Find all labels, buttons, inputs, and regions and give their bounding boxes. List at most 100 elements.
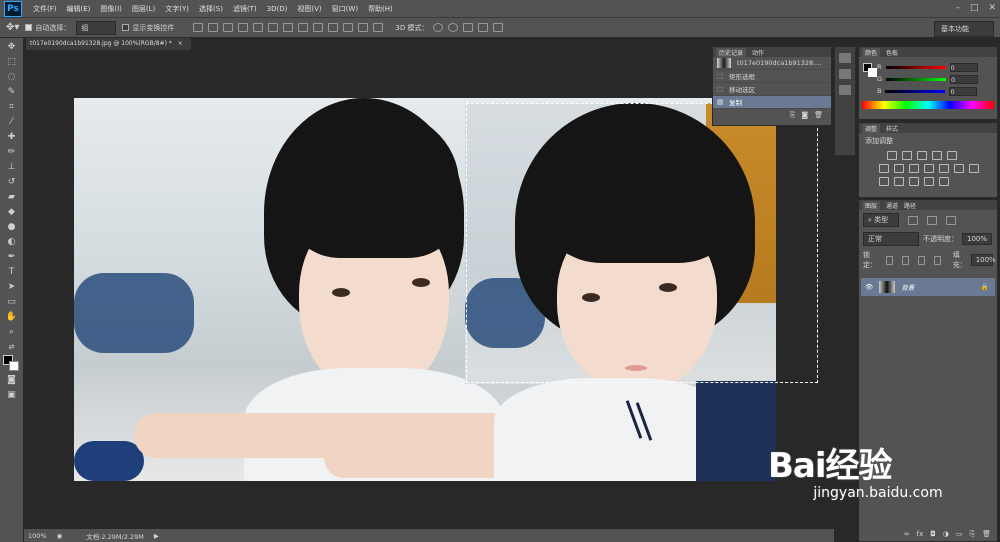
3d-scale-icon[interactable] (493, 23, 504, 32)
align-vcenter-icon[interactable] (208, 23, 219, 32)
tab-channels[interactable]: 通道 (886, 201, 898, 210)
maximize-icon[interactable]: □ (970, 3, 979, 13)
green-value[interactable]: 0 (950, 74, 979, 84)
move-tool-icon[interactable]: ✥ (5, 41, 19, 53)
black-white-icon[interactable] (909, 164, 919, 173)
screen-mode-icon[interactable]: ▣ (5, 389, 19, 401)
channel-mixer-icon[interactable] (939, 164, 949, 173)
new-document-from-state-icon[interactable]: ⎘ (790, 111, 796, 120)
grid-adjust-icon[interactable] (969, 164, 979, 173)
color-swatches[interactable] (2, 355, 21, 371)
threshold-icon[interactable] (909, 177, 919, 186)
color-spectrum[interactable] (862, 101, 994, 109)
curves-icon[interactable] (917, 151, 927, 160)
camera-snapshot-icon[interactable]: ◙ (801, 111, 808, 120)
properties-dock-icon[interactable] (839, 85, 851, 95)
lock-position-icon[interactable] (917, 255, 925, 265)
history-brush-tool-icon[interactable]: ↺ (5, 176, 19, 188)
3d-roll-icon[interactable] (448, 23, 459, 32)
menu-help[interactable]: 帮助(H) (363, 4, 398, 14)
green-slider[interactable] (886, 77, 947, 81)
fill-input[interactable]: 100% (970, 254, 996, 266)
add-mask-icon[interactable]: ◘ (930, 530, 936, 539)
status-info-icon[interactable]: ◉ (57, 532, 63, 540)
menu-view[interactable]: 视图(V) (292, 4, 326, 14)
blend-mode-select[interactable]: 正常 (863, 232, 919, 246)
dodge-tool-icon[interactable]: ◐ (5, 236, 19, 248)
workspace-selector[interactable]: 基本功能 (934, 21, 994, 37)
zoom-level[interactable]: 100% (28, 532, 47, 540)
fg-bg-swatches[interactable] (863, 63, 877, 77)
lock-pixels-icon[interactable] (901, 255, 909, 265)
eraser-tool-icon[interactable]: ▰ (5, 191, 19, 203)
menu-image[interactable]: 图像(I) (95, 4, 127, 14)
background-swatch[interactable] (868, 68, 877, 77)
quick-mask-icon[interactable]: ◙ (5, 374, 19, 386)
layer-row-background[interactable]: 👁 背景 🔒 (861, 278, 995, 296)
quick-select-tool-icon[interactable]: ✎ (5, 86, 19, 98)
align-bottom-icon[interactable] (223, 23, 234, 32)
status-menu-arrow-icon[interactable]: ▶ (154, 532, 159, 540)
invert-icon[interactable] (879, 177, 889, 186)
link-layers-icon[interactable]: ∞ (904, 530, 910, 539)
blue-value[interactable]: 0 (949, 86, 978, 96)
type-tool-icon[interactable]: T (5, 266, 19, 278)
brightness-icon[interactable] (887, 151, 897, 160)
red-slider[interactable] (885, 65, 946, 69)
align-right-icon[interactable] (268, 23, 279, 32)
show-transform-option[interactable]: 显示变换控件 (122, 23, 174, 33)
menu-filter[interactable]: 滤镜(T) (228, 4, 262, 14)
filter-pixel-icon[interactable] (908, 215, 918, 225)
distribute-top-icon[interactable] (283, 23, 294, 32)
history-item[interactable]: ⬚ 移动选区 (713, 83, 831, 96)
menu-window[interactable]: 窗口(W) (327, 4, 363, 14)
selective-color-icon[interactable] (939, 177, 949, 186)
crop-tool-icon[interactable]: ⌗ (5, 101, 19, 113)
tab-paths[interactable]: 路径 (904, 201, 916, 210)
distribute-vcenter-icon[interactable] (298, 23, 309, 32)
align-top-icon[interactable] (193, 23, 204, 32)
auto-select-dropdown[interactable]: 组 (76, 20, 117, 35)
lock-transparent-icon[interactable] (886, 255, 893, 265)
eyedropper-tool-icon[interactable]: ⁄ (5, 116, 19, 128)
document-canvas[interactable] (74, 98, 776, 481)
new-layer-icon[interactable]: ⎘ (970, 530, 976, 539)
layer-kind-filter[interactable]: ⌕ 类型 (863, 213, 899, 227)
menu-file[interactable]: 文件(F) (28, 4, 62, 14)
color-balance-icon[interactable] (894, 164, 904, 173)
history-snapshot[interactable]: t017e0190dca1b91328.... (713, 57, 831, 70)
shape-tool-icon[interactable]: ▭ (5, 296, 19, 308)
hand-tool-icon[interactable]: ✋ (5, 311, 19, 323)
filter-adjust-icon[interactable] (927, 215, 937, 225)
clone-stamp-tool-icon[interactable]: ⊥ (5, 161, 19, 173)
move-tool-icon[interactable]: ✥▾ (6, 22, 19, 33)
lasso-tool-icon[interactable]: ◌ (5, 71, 19, 83)
pen-tool-icon[interactable]: ✒ (5, 251, 19, 263)
history-item[interactable]: ⬚ 矩形选框 (713, 70, 831, 83)
color-row-g[interactable]: G0 (859, 73, 997, 85)
opacity-input[interactable]: 100% (962, 233, 993, 245)
vibrance-icon[interactable] (947, 151, 957, 160)
history-dock-icon[interactable] (839, 53, 851, 63)
fx-icon[interactable]: fx (917, 530, 924, 539)
menu-type[interactable]: 文字(Y) (160, 4, 194, 14)
new-adjustment-icon[interactable]: ◑ (943, 530, 949, 539)
blue-slider[interactable] (885, 89, 946, 93)
auto-align-icon[interactable] (373, 23, 384, 32)
lock-all-icon[interactable] (933, 255, 941, 265)
path-select-tool-icon[interactable]: ➤ (5, 281, 19, 293)
red-value[interactable]: 0 (949, 62, 978, 72)
auto-select-checkbox[interactable] (25, 24, 33, 31)
tab-color[interactable]: 颜色 (862, 47, 881, 57)
hue-saturation-icon[interactable] (879, 164, 889, 173)
posterize-icon[interactable] (894, 177, 904, 186)
minimize-icon[interactable]: – (955, 3, 960, 13)
align-left-icon[interactable] (238, 23, 249, 32)
background-color-swatch[interactable] (8, 361, 19, 371)
blur-tool-icon[interactable]: ● (5, 221, 19, 233)
menu-layer[interactable]: 图层(L) (127, 4, 160, 14)
color-row-b[interactable]: B0 (859, 85, 997, 97)
exposure-icon[interactable] (932, 151, 942, 160)
3d-drag-icon[interactable] (463, 23, 474, 32)
tab-styles[interactable]: 样式 (886, 124, 898, 133)
